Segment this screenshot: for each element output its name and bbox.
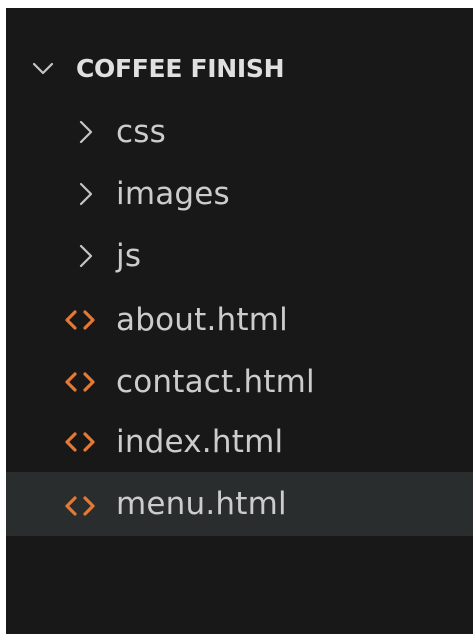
file-explorer-panel: COFFEE FINISH css images js about.html c… <box>6 8 473 634</box>
html-file-icon <box>62 368 98 396</box>
html-file-icon <box>62 428 98 456</box>
file-row-about[interactable]: about.html <box>6 290 473 350</box>
file-label: index.html <box>116 424 284 460</box>
folder-row-js[interactable]: js <box>6 226 473 286</box>
folder-label: js <box>116 238 142 274</box>
file-label: contact.html <box>116 364 315 400</box>
file-row-contact[interactable]: contact.html <box>6 352 473 412</box>
file-label: menu.html <box>116 486 287 522</box>
chevron-down-icon[interactable] <box>28 53 58 83</box>
root-folder-label: COFFEE FINISH <box>76 53 285 83</box>
chevron-right-icon[interactable] <box>71 117 101 147</box>
root-folder-row[interactable]: COFFEE FINISH <box>6 38 473 98</box>
file-row-index[interactable]: index.html <box>6 412 473 472</box>
folder-label: images <box>116 176 230 212</box>
folder-label: css <box>116 114 166 150</box>
chevron-right-icon[interactable] <box>71 179 101 209</box>
html-file-icon <box>62 492 98 520</box>
file-label: about.html <box>116 302 288 338</box>
chevron-right-icon[interactable] <box>71 241 101 271</box>
folder-row-css[interactable]: css <box>6 102 473 162</box>
html-file-icon <box>62 306 98 334</box>
folder-row-images[interactable]: images <box>6 164 473 224</box>
file-row-menu[interactable]: menu.html <box>6 472 473 536</box>
